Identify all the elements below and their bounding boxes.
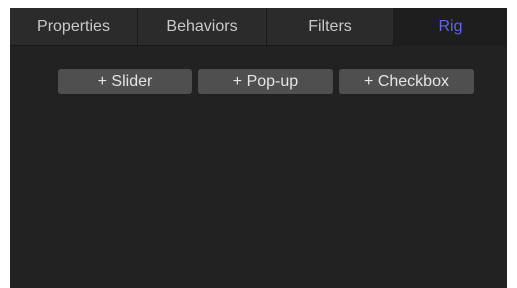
add-popup-button[interactable]: + Pop-up	[198, 69, 333, 94]
inspector-panel: Properties Behaviors Filters Rig + Slide…	[10, 8, 507, 288]
tab-filters[interactable]: Filters	[267, 8, 394, 46]
inspector-tab-bar: Properties Behaviors Filters Rig	[10, 8, 507, 46]
add-slider-button[interactable]: + Slider	[58, 69, 192, 94]
tab-behaviors[interactable]: Behaviors	[138, 8, 267, 46]
rig-widget-buttons: + Slider + Pop-up + Checkbox	[58, 69, 474, 94]
add-checkbox-button[interactable]: + Checkbox	[339, 69, 474, 94]
tab-rig[interactable]: Rig	[394, 8, 507, 46]
tab-properties[interactable]: Properties	[10, 8, 138, 46]
